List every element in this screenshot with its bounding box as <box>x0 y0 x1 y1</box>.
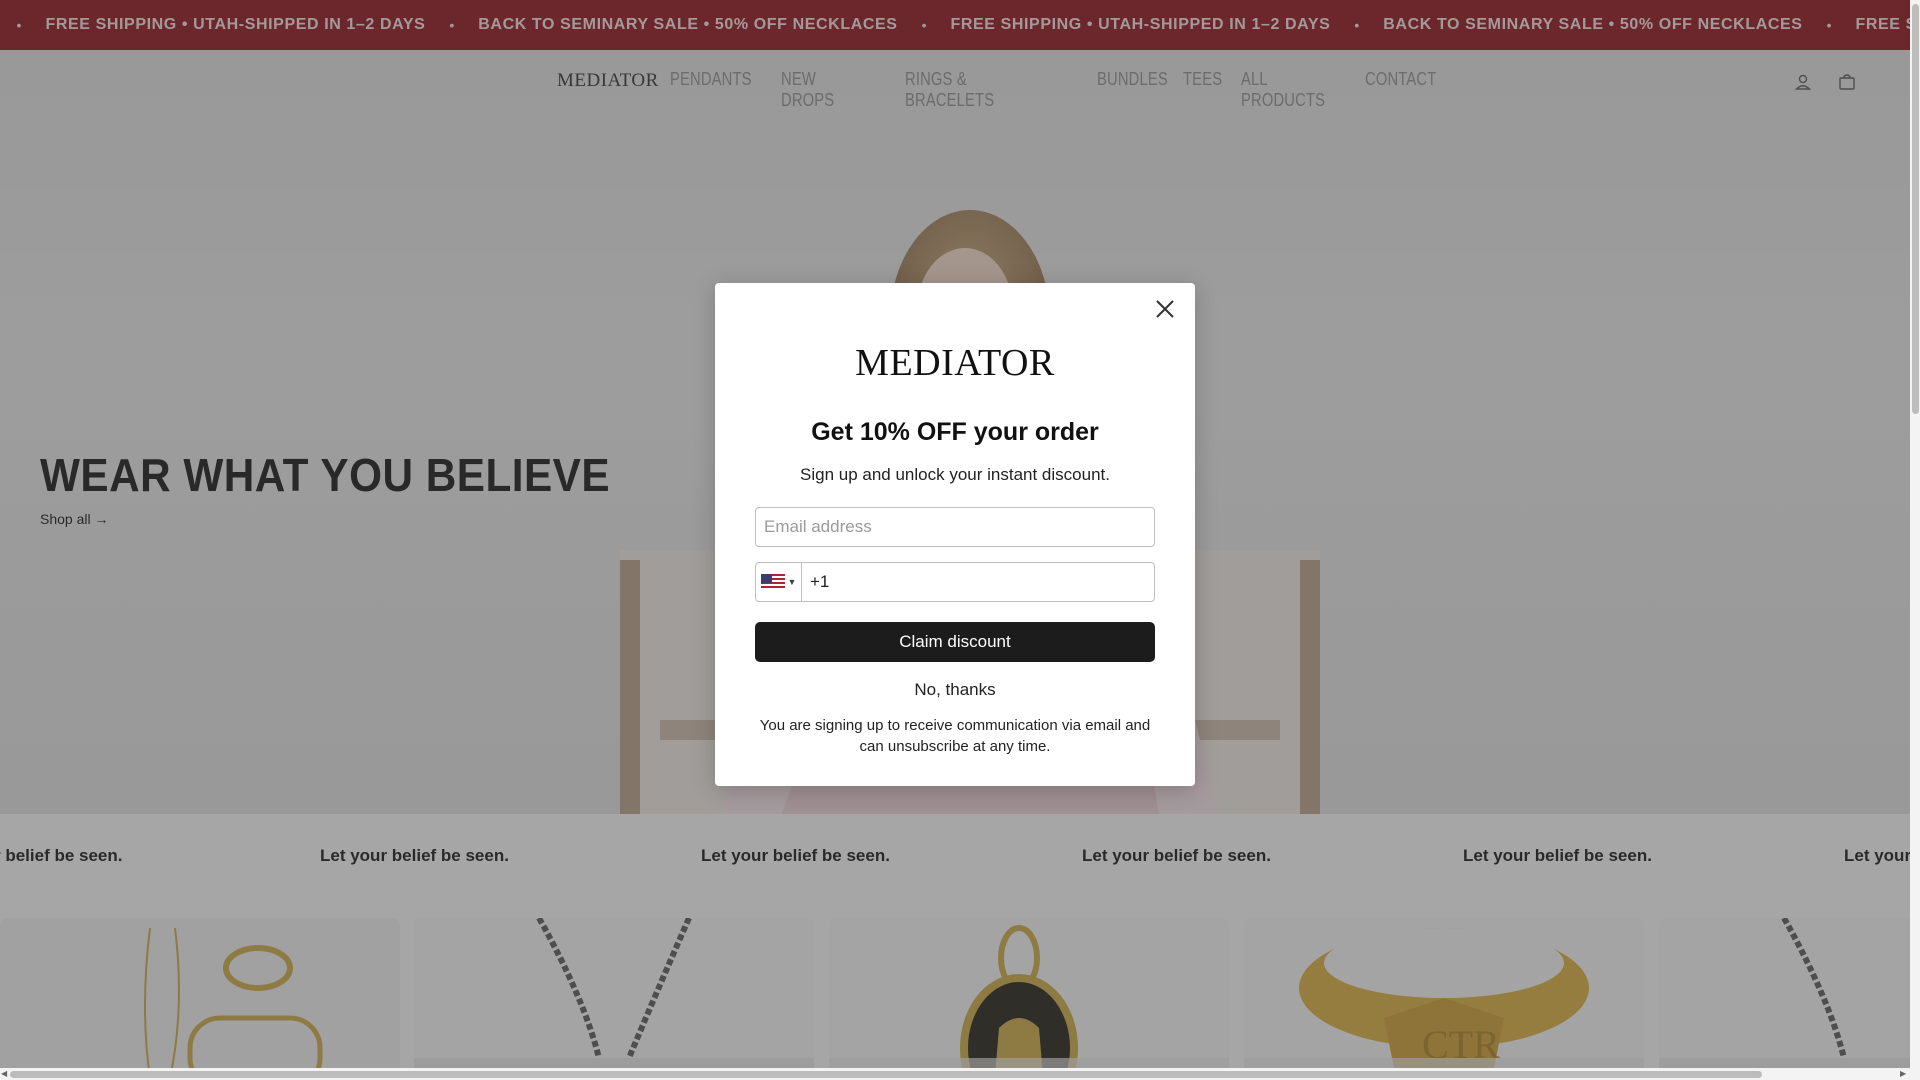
popup-heading: Get 10% OFF your order <box>811 418 1099 446</box>
scroll-left-icon[interactable]: ◀ <box>1 1069 7 1078</box>
phone-field-group: ▼ <box>755 562 1155 602</box>
scroll-right-icon[interactable]: ▶ <box>1900 1069 1906 1078</box>
email-field[interactable] <box>755 507 1155 547</box>
claim-discount-button[interactable]: Claim discount <box>755 622 1155 662</box>
no-thanks-button[interactable]: No, thanks <box>715 680 1195 700</box>
horizontal-scroll-thumb[interactable] <box>10 1071 1762 1078</box>
discount-popup: MEDIATOR Get 10% OFF your order Sign up … <box>715 283 1195 786</box>
vertical-scrollbar[interactable] <box>1910 0 1920 1080</box>
country-code-select[interactable]: ▼ <box>756 563 802 601</box>
phone-field[interactable] <box>802 563 1154 601</box>
us-flag-icon <box>760 574 785 590</box>
chevron-down-icon: ▼ <box>787 577 797 587</box>
popup-disclaimer: You are signing up to receive communicat… <box>759 717 1151 755</box>
horizontal-scrollbar[interactable]: ◀ ▶ <box>0 1068 1910 1080</box>
close-icon[interactable] <box>1151 295 1179 323</box>
popup-logo: MEDIATOR <box>855 342 1055 384</box>
vertical-scroll-thumb[interactable] <box>1912 4 1919 414</box>
popup-subheading: Sign up and unlock your instant discount… <box>800 465 1110 484</box>
